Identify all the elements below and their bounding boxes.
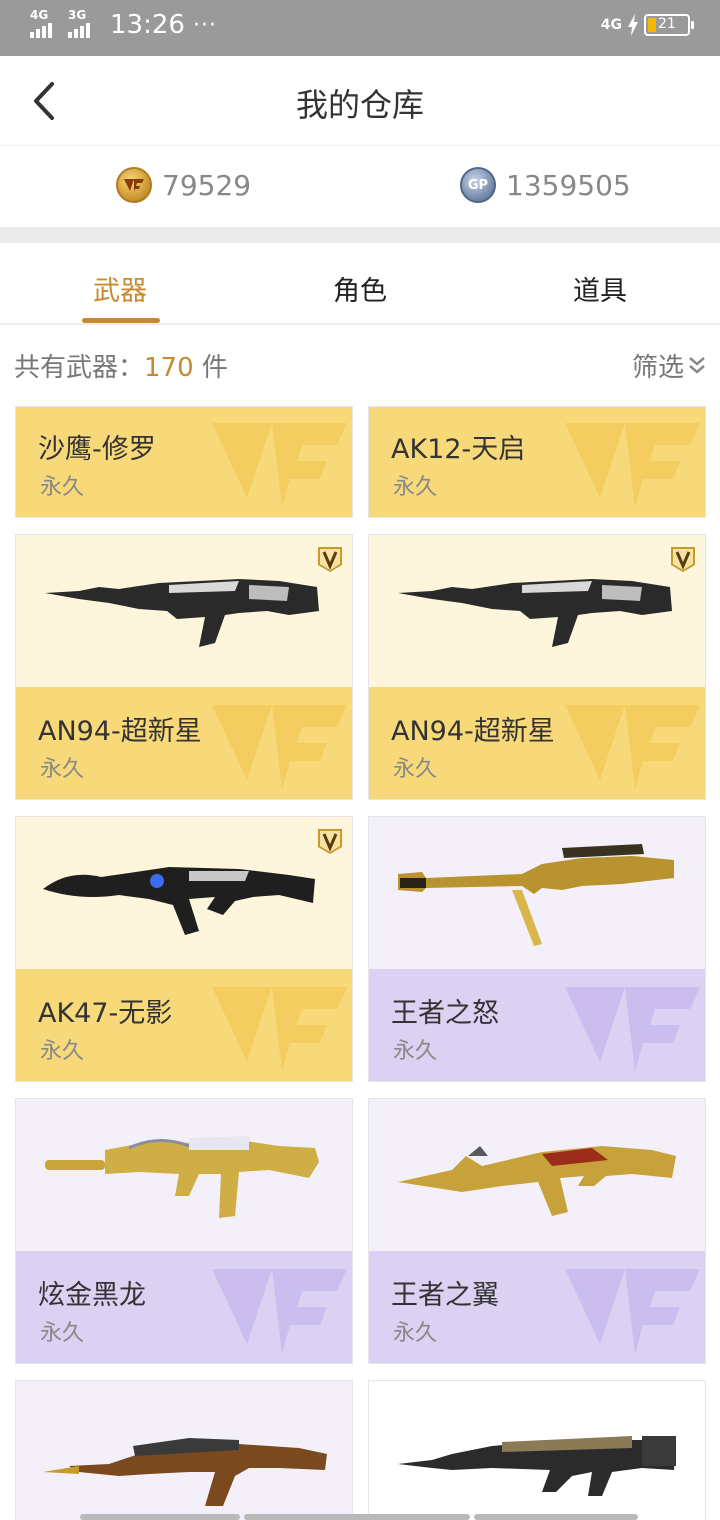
weapon-card[interactable]: 炫金黑龙 永久	[15, 1098, 353, 1364]
status-bar: 4G 3G 13:26 ··· 4G 21	[0, 0, 720, 56]
gp-points-value: 1359505	[506, 168, 631, 202]
weapon-duration: 永久	[393, 1039, 438, 1064]
tab-items[interactable]: 道具	[480, 269, 720, 308]
weapon-duration: 永久	[40, 1039, 85, 1064]
battery-icon: 21	[644, 14, 694, 36]
weapon-card[interactable]	[368, 1380, 706, 1520]
weapon-card[interactable]: 王者之怒 永久	[368, 816, 706, 1082]
weapon-name: AN94-超新星	[391, 716, 555, 747]
weapon-image	[45, 579, 319, 647]
signal-icon: 4G	[30, 8, 60, 40]
count-bar: 共有武器：170 件 筛选	[0, 327, 720, 401]
weapon-name: AK47-无影	[38, 998, 173, 1029]
weapon-image	[398, 1436, 676, 1496]
nav-bar: 我的仓库	[0, 56, 720, 146]
weapon-image	[43, 867, 315, 935]
weapon-duration: 永久	[393, 757, 438, 782]
weapon-card[interactable]	[15, 1380, 353, 1520]
gp-coin-icon: GP	[460, 167, 496, 203]
cf-watermark-icon	[212, 705, 347, 790]
charging-icon	[628, 14, 638, 36]
scroll-indicator	[80, 1514, 640, 1520]
weapon-image	[398, 579, 672, 647]
chevron-double-down-icon	[689, 356, 705, 374]
active-tab-indicator	[82, 318, 160, 323]
network-type: 4G	[600, 17, 622, 33]
filter-label: 筛选	[631, 353, 684, 383]
weapon-count: 共有武器：170 件	[14, 353, 228, 383]
cf-points: 79529	[116, 167, 251, 203]
weapon-card[interactable]: AK12-天启 永久	[368, 406, 706, 518]
weapon-name: AK12-天启	[391, 434, 526, 465]
cf-watermark-icon	[212, 1269, 347, 1354]
cf-coin-icon	[116, 167, 152, 203]
weapon-card[interactable]: AK47-无影 永久	[15, 816, 353, 1082]
weapon-duration: 永久	[40, 1321, 85, 1346]
cf-watermark-icon	[565, 987, 700, 1072]
weapon-name: 王者之翼	[391, 1280, 499, 1311]
cf-points-value: 79529	[162, 168, 252, 202]
weapon-card[interactable]: AN94-超新星 永久	[15, 534, 353, 800]
weapon-name: 沙鹰-修罗	[38, 434, 156, 465]
signal-icon-2: 3G	[68, 8, 98, 40]
weapon-card[interactable]: 沙鹰-修罗 永久	[15, 406, 353, 518]
weapon-name: 炫金黑龙	[38, 1280, 146, 1311]
weapon-card[interactable]: 王者之翼 永久	[368, 1098, 706, 1364]
filter-button[interactable]: 筛选	[632, 347, 706, 384]
v-badge-icon	[318, 829, 342, 854]
tab-weapons[interactable]: 武器	[0, 269, 240, 308]
weapon-image	[398, 844, 674, 946]
weapon-duration: 永久	[393, 475, 438, 500]
tab-characters[interactable]: 角色	[240, 269, 480, 308]
weapon-image	[398, 1146, 676, 1216]
gp-points: GP 1359505	[460, 167, 631, 203]
cf-watermark-icon	[212, 987, 347, 1072]
v-badge-icon	[318, 547, 342, 572]
cf-watermark-icon	[565, 705, 700, 790]
weapon-name: 王者之怒	[391, 998, 499, 1029]
weapon-count-number: 170	[144, 353, 194, 383]
weapon-image	[43, 1438, 327, 1506]
weapon-grid: 沙鹰-修罗 永久 AK12-天启 永久 AN94-超新星 永久 AN94-超新星	[0, 404, 720, 1520]
weapon-card[interactable]: AN94-超新星 永久	[368, 534, 706, 800]
page-title: 我的仓库	[295, 86, 424, 124]
weapon-duration: 永久	[40, 475, 85, 500]
cf-watermark-icon	[565, 1269, 700, 1354]
more-notifications-icon: ···	[192, 12, 217, 38]
cf-watermark-icon	[212, 423, 347, 508]
weapon-duration: 永久	[40, 757, 85, 782]
weapon-name: AN94-超新星	[38, 716, 202, 747]
section-divider	[0, 227, 720, 243]
battery-level: 21	[658, 16, 676, 32]
weapon-image	[45, 1136, 319, 1218]
category-tabs: 武器 角色 道具	[0, 243, 720, 325]
cf-watermark-icon	[565, 423, 700, 508]
v-badge-icon	[671, 547, 695, 572]
clock: 13:26	[110, 10, 185, 40]
weapon-duration: 永久	[393, 1321, 438, 1346]
currency-bar: 79529 GP 1359505	[0, 147, 720, 227]
